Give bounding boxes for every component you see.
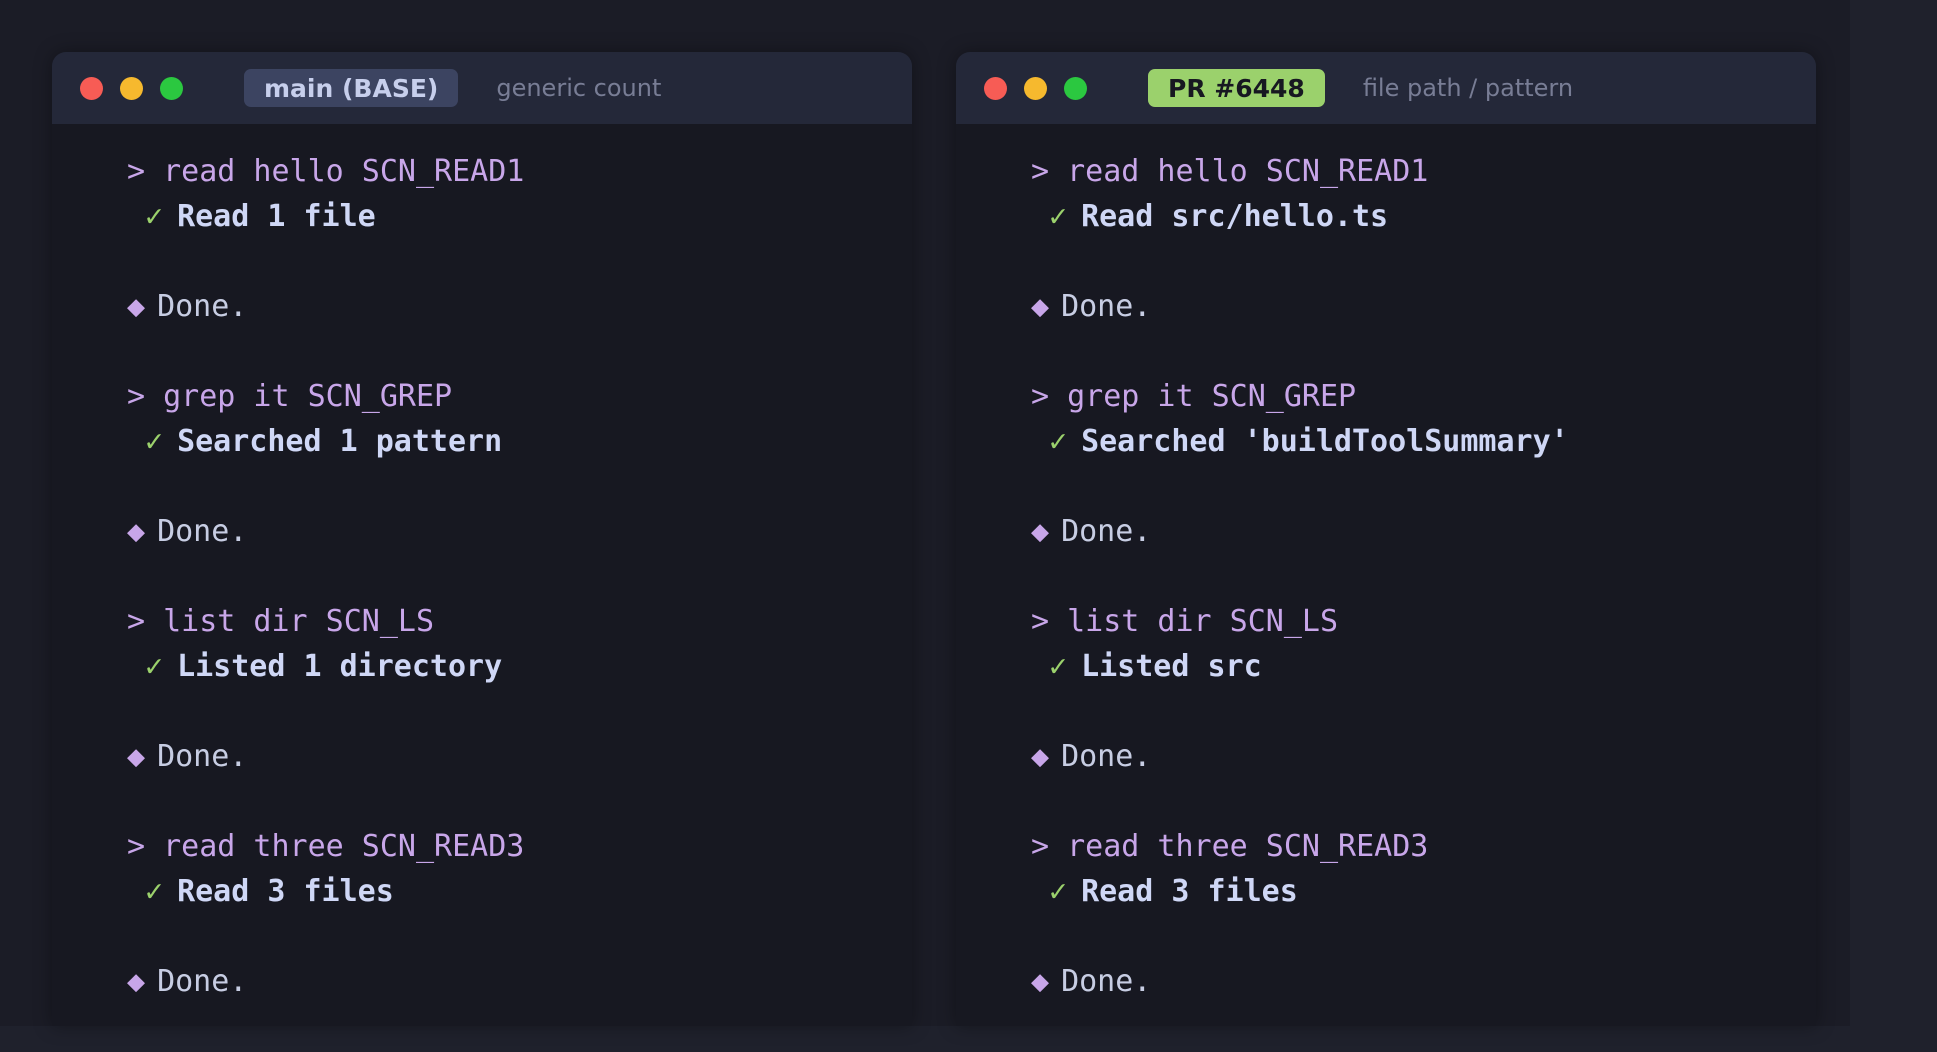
tool-result-text: Searched 1 pattern: [177, 424, 503, 459]
transcript-entry: > read hello SCN_READ1 ✓ Read 1 file ◆ Don…: [127, 154, 912, 379]
transcript-entry: > list dir SCN_LS ✓ Listed 1 directory ◆ D…: [127, 604, 912, 829]
done-text: Done.: [157, 964, 248, 999]
diamond-icon: ◆: [127, 289, 146, 324]
close-window-dot[interactable]: [984, 76, 1007, 100]
maximize-window-dot[interactable]: [1064, 76, 1087, 100]
diamond-icon: ◆: [1031, 514, 1050, 549]
done-message: ◆ Done.: [127, 514, 247, 550]
diamond-icon: ◆: [127, 739, 146, 774]
tool-result-text: Read 1 file: [177, 199, 376, 234]
tool-result: ✓ Read 1 file: [145, 199, 376, 235]
done-message: ◆ Done.: [127, 289, 247, 325]
done-text: Done.: [1061, 964, 1152, 999]
minimize-window-dot[interactable]: [1024, 76, 1047, 100]
tool-result: ✓ Listed 1 directory: [145, 649, 502, 685]
tool-result-text: Listed 1 directory: [177, 649, 503, 684]
branch-badge-pr: PR #6448: [1148, 69, 1325, 107]
check-icon: ✓: [1049, 649, 1068, 684]
transcript-entry: > read hello SCN_READ1 ✓ Read src/hello.t…: [1031, 154, 1816, 379]
minimize-window-dot[interactable]: [120, 76, 143, 100]
terminal-output: > read hello SCN_READ1 ✓ Read src/hello.t…: [1031, 154, 1816, 1026]
done-text: Done.: [1061, 739, 1152, 774]
check-icon: ✓: [1049, 874, 1068, 909]
command-prompt: > list dir SCN_LS: [1031, 604, 1339, 639]
transcript-entry: > list dir SCN_LS ✓ Listed src ◆ Done.: [1031, 604, 1816, 829]
command-prompt: > read hello SCN_READ1: [1031, 154, 1429, 189]
diamond-icon: ◆: [127, 964, 146, 999]
command-prompt: > grep it SCN_GREP: [127, 379, 453, 414]
pr-titlebar: PR #6448 file path / pattern: [956, 52, 1816, 124]
command-prompt: > read three SCN_READ3: [1031, 829, 1429, 864]
transcript-entry: > grep it SCN_GREP ✓ Searched 1 pattern ◆…: [127, 379, 912, 604]
check-icon: ✓: [1049, 424, 1068, 459]
tool-result: ✓ Read 3 files: [1049, 874, 1298, 910]
command-prompt: > read three SCN_READ3: [127, 829, 525, 864]
command-prompt: > read hello SCN_READ1: [127, 154, 525, 189]
transcript-entry: > read three SCN_READ3 ✓ Read 3 files ◆ Do…: [127, 829, 912, 1026]
tool-result: ✓ Read 3 files: [145, 874, 394, 910]
diamond-icon: ◆: [127, 514, 146, 549]
check-icon: ✓: [145, 874, 164, 909]
close-window-dot[interactable]: [80, 76, 103, 100]
pane-subtitle: generic count: [496, 74, 662, 102]
check-icon: ✓: [145, 424, 164, 459]
base-titlebar: main (BASE) generic count: [52, 52, 912, 124]
tool-result-text: Listed src: [1081, 649, 1262, 684]
base-terminal-window: main (BASE) generic count > read hello S…: [52, 52, 912, 1026]
terminal-output: > read hello SCN_READ1 ✓ Read 1 file ◆ Don…: [127, 154, 912, 1026]
tool-result: ✓ Searched 'buildToolSummary': [1049, 424, 1569, 460]
command-prompt: > list dir SCN_LS: [127, 604, 435, 639]
check-icon: ✓: [145, 199, 164, 234]
done-message: ◆ Done.: [1031, 964, 1151, 1000]
done-text: Done.: [157, 739, 248, 774]
tool-result-text: Searched 'buildToolSummary': [1081, 424, 1569, 459]
diamond-icon: ◆: [1031, 964, 1050, 999]
tool-result-text: Read src/hello.ts: [1081, 199, 1389, 234]
done-message: ◆ Done.: [127, 964, 247, 1000]
tool-result: ✓ Read src/hello.ts: [1049, 199, 1388, 235]
pane-subtitle: file path / pattern: [1362, 74, 1574, 102]
check-icon: ✓: [1049, 199, 1068, 234]
done-text: Done.: [1061, 289, 1152, 324]
check-icon: ✓: [145, 649, 164, 684]
done-text: Done.: [157, 289, 248, 324]
command-prompt: > grep it SCN_GREP: [1031, 379, 1357, 414]
tool-result-text: Read 3 files: [177, 874, 394, 909]
done-text: Done.: [1061, 514, 1152, 549]
comparison-stage: main (BASE) generic count > read hello S…: [0, 0, 1850, 1026]
done-message: ◆ Done.: [1031, 514, 1151, 550]
tool-result: ✓ Listed src: [1049, 649, 1262, 685]
tool-result: ✓ Searched 1 pattern: [145, 424, 502, 460]
branch-badge-base: main (BASE): [244, 69, 459, 107]
tool-result-text: Read 3 files: [1081, 874, 1298, 909]
transcript-entry: > grep it SCN_GREP ✓ Searched 'buildToolS…: [1031, 379, 1816, 604]
done-text: Done.: [157, 514, 248, 549]
maximize-window-dot[interactable]: [160, 76, 183, 100]
done-message: ◆ Done.: [127, 739, 247, 775]
pr-terminal-window: PR #6448 file path / pattern > read hell…: [956, 52, 1816, 1026]
diamond-icon: ◆: [1031, 289, 1050, 324]
done-message: ◆ Done.: [1031, 289, 1151, 325]
done-message: ◆ Done.: [1031, 739, 1151, 775]
diamond-icon: ◆: [1031, 739, 1050, 774]
transcript-entry: > read three SCN_READ3 ✓ Read 3 files ◆ Do…: [1031, 829, 1816, 1026]
